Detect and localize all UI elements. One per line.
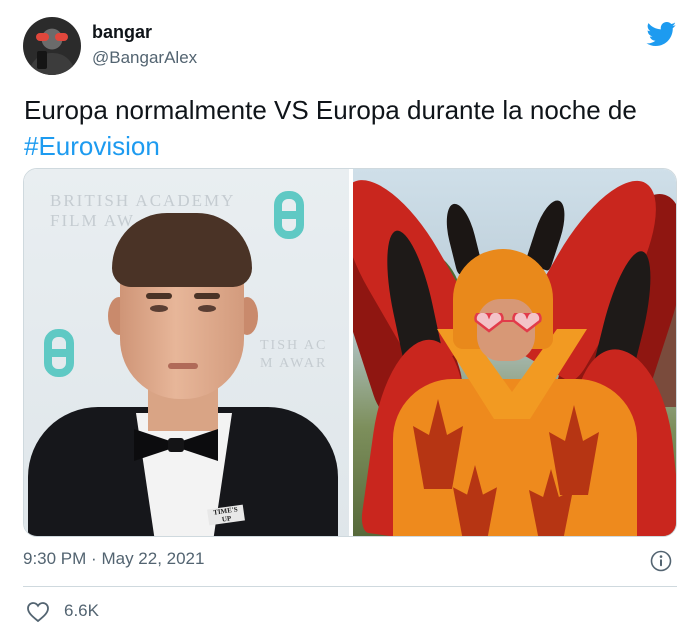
tweet-timestamp[interactable]: 9:30 PM · May 22, 2021 [23, 549, 204, 569]
heart-glasses-icon [474, 313, 542, 333]
like-count[interactable]: 6.6K [64, 601, 99, 621]
man-brow [194, 293, 220, 299]
author-display-name[interactable]: bangar [92, 22, 152, 43]
man-hair [112, 213, 252, 287]
hashtag-link[interactable]: #Eurovision [24, 131, 160, 161]
tweet-card: bangar @BangarAlex Europa normalmente VS… [0, 0, 700, 640]
backdrop-logo [44, 329, 74, 377]
man-mouth [168, 363, 198, 369]
man-eye [198, 305, 216, 312]
divider [23, 586, 677, 587]
tweet-text: Europa normalmente VS Europa durante la … [24, 92, 674, 164]
avatar[interactable] [23, 17, 81, 75]
media-photo-right[interactable] [353, 169, 676, 536]
media-photo-left[interactable]: BRITISH ACADEMY FILM AW TISH AC M AWAR T… [24, 169, 349, 536]
man-eye [150, 305, 168, 312]
backdrop-text-right: TISH AC M AWAR [260, 338, 328, 371]
man-brow [146, 293, 172, 299]
info-icon[interactable] [650, 550, 672, 572]
avatar-body [29, 53, 75, 75]
timestamp-separator: · [91, 549, 97, 568]
twitter-bird-icon[interactable] [646, 22, 677, 47]
tweet-date: May 22, 2021 [101, 549, 205, 568]
avatar-phone [37, 51, 47, 69]
avatar-glasses [36, 33, 68, 41]
backdrop-logo [274, 191, 304, 239]
heart-icon[interactable] [26, 601, 50, 623]
bow-tie-icon [134, 429, 218, 461]
media-grid[interactable]: BRITISH ACADEMY FILM AW TISH AC M AWAR T… [23, 168, 677, 537]
author-handle[interactable]: @BangarAlex [92, 48, 197, 68]
tweet-text-body: Europa normalmente VS Europa durante la … [24, 95, 637, 125]
tweet-time: 9:30 PM [23, 549, 87, 568]
